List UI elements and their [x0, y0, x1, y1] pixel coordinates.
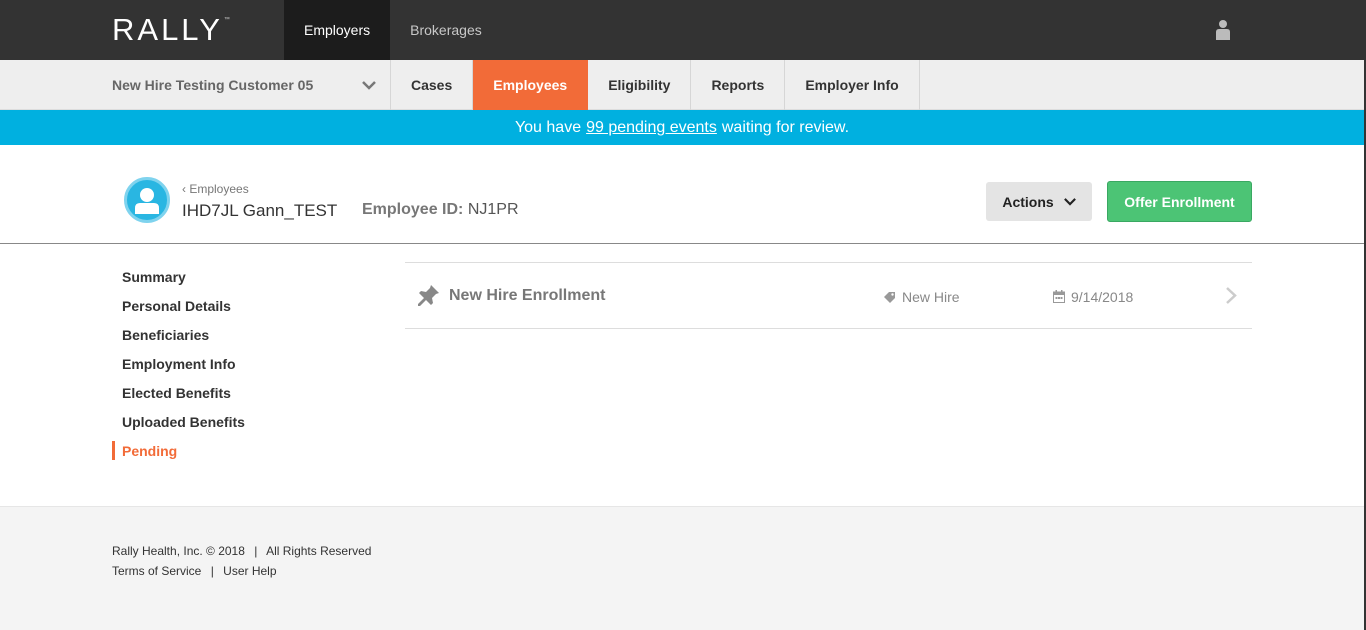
chevron-left-icon: ‹ — [182, 182, 186, 196]
banner-prefix: You have — [514, 118, 582, 136]
person-icon[interactable] — [1214, 19, 1232, 41]
employee-id-label: Employee ID: — [362, 201, 464, 218]
employee-name: IHD7JL Gann_TEST — [182, 201, 338, 220]
tab-cases[interactable]: Cases — [391, 60, 474, 110]
banner-suffix: waiting for review. — [721, 118, 850, 136]
pending-event-date: 9/14/2018 — [1071, 289, 1134, 305]
logo-text: RALLY — [112, 12, 223, 47]
sub-nav-tabs: Cases Employees Eligibility Reports Empl… — [390, 60, 920, 110]
back-to-employees-link[interactable]: ‹ Employees — [182, 182, 249, 196]
footer-separator: | — [210, 564, 214, 578]
top-nav: Employers Brokerages — [284, 0, 502, 60]
tab-reports[interactable]: Reports — [691, 60, 786, 110]
pending-events-banner: You have 99 pending events waiting for r… — [0, 110, 1364, 145]
sidebar-item-employment-info[interactable]: Employment Info — [112, 349, 352, 378]
sidebar-item-pending[interactable]: Pending — [112, 436, 352, 465]
actions-dropdown-button[interactable]: Actions — [986, 182, 1092, 221]
top-nav-employers[interactable]: Employers — [284, 0, 391, 60]
footer-links-line: Terms of Service | User Help — [112, 564, 277, 578]
page-footer: Rally Health, Inc. © 2018 | All Rights R… — [0, 506, 1364, 630]
sidebar-item-elected-benefits[interactable]: Elected Benefits — [112, 378, 352, 407]
tag-icon — [884, 292, 895, 303]
rights-text: All Rights Reserved — [266, 544, 372, 558]
user-silhouette-icon — [135, 188, 159, 214]
top-header: RALLY ™ Employers Brokerages — [0, 0, 1366, 60]
user-help-link[interactable]: User Help — [223, 564, 276, 578]
pending-event-type: New Hire — [902, 289, 960, 305]
top-nav-brokerages[interactable]: Brokerages — [390, 0, 502, 60]
actions-label: Actions — [1002, 193, 1054, 210]
sidebar-item-summary[interactable]: Summary — [112, 262, 352, 291]
employee-id-value: NJ1PR — [467, 201, 519, 218]
sidebar-item-personal-details[interactable]: Personal Details — [112, 291, 352, 320]
copyright-text: Rally Health, Inc. © 2018 — [112, 544, 245, 558]
footer-separator: | — [254, 544, 258, 558]
tab-eligibility[interactable]: Eligibility — [588, 60, 692, 110]
employee-id: Employee ID: NJ1PR — [362, 201, 519, 219]
tab-employer-info[interactable]: Employer Info — [785, 60, 920, 110]
pending-events-link[interactable]: 99 pending events — [586, 119, 717, 137]
calendar-icon — [1053, 290, 1065, 303]
employee-header: ‹ Employees IHD7JL Gann_TEST Employee ID… — [0, 145, 1364, 244]
chevron-down-icon — [1063, 198, 1076, 206]
sidebar-item-uploaded-benefits[interactable]: Uploaded Benefits — [112, 407, 352, 436]
chevron-right-icon — [1226, 287, 1237, 304]
pending-event-title: New Hire Enrollment — [449, 287, 606, 304]
pushpin-icon — [418, 285, 439, 306]
back-link-label: Employees — [189, 182, 249, 196]
rally-logo[interactable]: RALLY ™ — [112, 14, 230, 46]
employee-side-nav: Summary Personal Details Beneficiaries E… — [112, 262, 352, 465]
offer-enrollment-button[interactable]: Offer Enrollment — [1107, 181, 1252, 222]
footer-copyright-line: Rally Health, Inc. © 2018 | All Rights R… — [112, 544, 371, 558]
sidebar-item-beneficiaries[interactable]: Beneficiaries — [112, 320, 352, 349]
logo-trademark: ™ — [223, 17, 230, 23]
sub-nav-bar: New Hire Testing Customer 05 Cases Emplo… — [0, 60, 1364, 110]
pending-event-row[interactable]: New Hire Enrollment New Hire 9/14/2018 — [405, 262, 1252, 329]
chevron-down-icon — [362, 81, 376, 90]
terms-of-service-link[interactable]: Terms of Service — [112, 564, 201, 578]
customer-name: New Hire Testing Customer 05 — [112, 77, 314, 93]
customer-selector[interactable]: New Hire Testing Customer 05 — [112, 60, 390, 110]
tab-employees[interactable]: Employees — [473, 60, 589, 110]
avatar — [124, 177, 170, 223]
